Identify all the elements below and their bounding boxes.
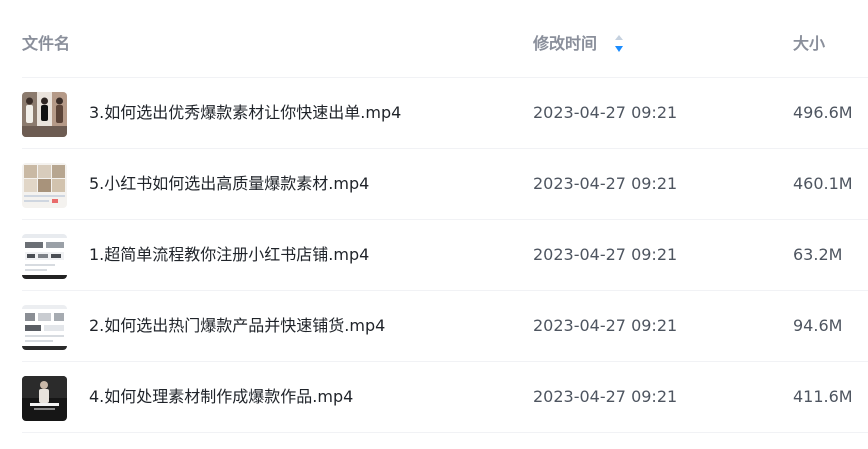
file-size: 460.1M <box>793 174 853 193</box>
video-thumbnail <box>22 163 67 208</box>
file-list: 文件名 修改时间 大小 3.如何选出优秀爆款素材让你快速出单.mp4 2023-… <box>0 0 868 449</box>
file-size: 94.6M <box>793 316 843 335</box>
file-modified-time: 2023-04-27 09:21 <box>533 387 678 406</box>
file-name[interactable]: 4.如何处理素材制作成爆款作品.mp4 <box>89 385 353 409</box>
column-header-size[interactable]: 大小 <box>793 34 825 54</box>
file-size: 496.6M <box>793 103 853 122</box>
file-modified-time: 2023-04-27 09:21 <box>533 316 678 335</box>
table-row[interactable]: 1.超简单流程教你注册小红书店铺.mp4 2023-04-27 09:21 63… <box>22 220 868 291</box>
table-row[interactable]: 5.小红书如何选出高质量爆款素材.mp4 2023-04-27 09:21 46… <box>22 149 868 220</box>
file-modified-time: 2023-04-27 09:21 <box>533 103 678 122</box>
table-row[interactable]: 3.如何选出优秀爆款素材让你快速出单.mp4 2023-04-27 09:21 … <box>22 78 868 149</box>
file-modified-time: 2023-04-27 09:21 <box>533 174 678 193</box>
table-row[interactable]: 2.如何选出热门爆款产品并快速铺货.mp4 2023-04-27 09:21 9… <box>22 291 868 362</box>
file-name[interactable]: 2.如何选出热门爆款产品并快速铺货.mp4 <box>89 314 385 338</box>
file-size: 411.6M <box>793 387 853 406</box>
file-name[interactable]: 3.如何选出优秀爆款素材让你快速出单.mp4 <box>89 101 401 125</box>
sort-icon[interactable] <box>615 35 623 52</box>
video-thumbnail <box>22 376 67 421</box>
video-thumbnail <box>22 234 67 279</box>
video-thumbnail <box>22 92 67 137</box>
file-name[interactable]: 1.超简单流程教你注册小红书店铺.mp4 <box>89 243 369 267</box>
file-modified-time: 2023-04-27 09:21 <box>533 245 678 264</box>
column-header-modified[interactable]: 修改时间 <box>533 34 597 54</box>
table-header: 文件名 修改时间 大小 <box>22 0 868 78</box>
video-thumbnail <box>22 305 67 350</box>
file-name[interactable]: 5.小红书如何选出高质量爆款素材.mp4 <box>89 172 369 196</box>
table-row[interactable]: 4.如何处理素材制作成爆款作品.mp4 2023-04-27 09:21 411… <box>22 362 868 433</box>
column-header-name[interactable]: 文件名 <box>22 34 70 54</box>
file-size: 63.2M <box>793 245 843 264</box>
